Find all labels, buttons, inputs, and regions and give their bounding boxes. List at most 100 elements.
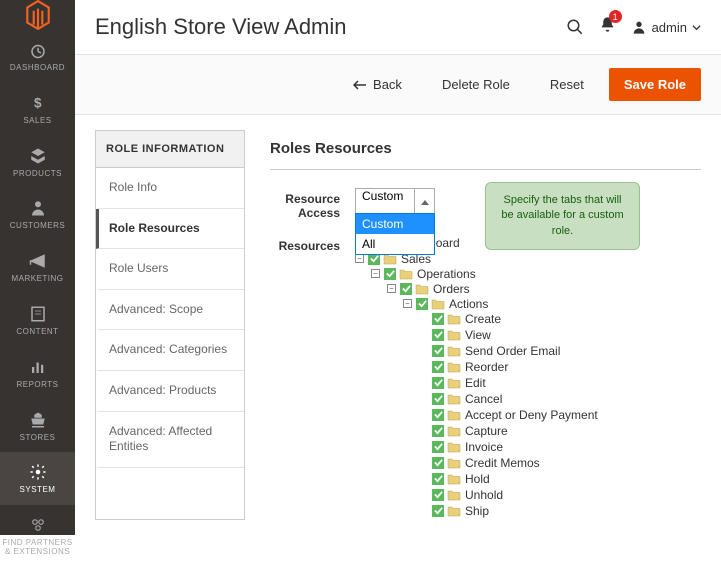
resource-access-label: Resource Access <box>270 188 355 221</box>
folder-icon <box>447 313 461 325</box>
tree-node[interactable]: Create <box>419 312 598 326</box>
sidebar-item-system[interactable]: SYSTEM <box>0 452 75 505</box>
tree-label: Cancel <box>465 392 502 406</box>
tree-label: Unhold <box>465 488 503 502</box>
folder-icon <box>447 473 461 485</box>
svg-text:$: $ <box>34 95 42 110</box>
sidebar-item-marketing[interactable]: MARKETING <box>0 241 75 294</box>
tree-checkbox[interactable] <box>432 409 444 421</box>
tree-node[interactable]: Unhold <box>419 488 598 502</box>
folder-icon <box>415 283 429 295</box>
sidebar-item-customers[interactable]: CUSTOMERS <box>0 188 75 241</box>
folder-icon <box>447 345 461 357</box>
sidebar-item-stores[interactable]: STORES <box>0 400 75 453</box>
sidebar-item-dashboard[interactable]: DASHBOARD <box>0 30 75 83</box>
tree-node[interactable]: Accept or Deny Payment <box>419 408 598 422</box>
tree-label: View <box>465 328 491 342</box>
tree-label: Actions <box>449 297 488 311</box>
folder-icon <box>447 361 461 373</box>
tree-checkbox[interactable] <box>432 505 444 517</box>
page-title: English Store View Admin <box>95 14 347 40</box>
save-role-button[interactable]: Save Role <box>609 68 701 101</box>
tab-advanced-scope[interactable]: Advanced: Scope <box>96 290 244 331</box>
folder-icon <box>399 268 413 280</box>
tree-checkbox[interactable] <box>432 345 444 357</box>
tab-advanced-products[interactable]: Advanced: Products <box>96 371 244 412</box>
tree-node[interactable]: Ship <box>419 504 598 518</box>
magento-logo[interactable] <box>0 0 75 30</box>
tree-label: Ship <box>465 504 489 518</box>
delete-role-button[interactable]: Delete Role <box>427 68 525 101</box>
folder-icon <box>431 298 445 310</box>
tab-role-info[interactable]: Role Info <box>96 168 244 209</box>
tree-label: Operations <box>417 267 476 281</box>
tree-checkbox[interactable] <box>432 489 444 501</box>
tree-node[interactable]: Edit <box>419 376 598 390</box>
tree-node[interactable]: Invoice <box>419 440 598 454</box>
folder-icon <box>447 409 461 421</box>
tree-checkbox[interactable] <box>432 377 444 389</box>
sidebar-item-find-partners-extensions[interactable]: FIND PARTNERS & EXTENSIONS <box>0 505 75 567</box>
dropdown-option-all[interactable]: All <box>356 234 434 254</box>
tab-advanced-categories[interactable]: Advanced: Categories <box>96 330 244 371</box>
tree-node[interactable]: Hold <box>419 472 598 486</box>
back-button[interactable]: Back <box>338 68 417 101</box>
tree-checkbox[interactable] <box>432 329 444 341</box>
tree-label: Create <box>465 312 501 326</box>
tree-label: Invoice <box>465 440 503 454</box>
tab-advanced-affected-entities[interactable]: Advanced: Affected Entities <box>96 412 244 468</box>
resource-access-dropdown: Custom All <box>355 213 435 255</box>
search-icon[interactable] <box>566 18 584 36</box>
tree-checkbox[interactable] <box>432 457 444 469</box>
tree-checkbox[interactable] <box>432 441 444 453</box>
sidebar-item-reports[interactable]: REPORTS <box>0 347 75 400</box>
panel-title: Roles Resources <box>270 130 701 170</box>
tree-node[interactable]: Cancel <box>419 392 598 406</box>
tree-label: Accept or Deny Payment <box>465 408 598 422</box>
resources-label: Resources <box>270 235 355 253</box>
tree-node[interactable]: Reorder <box>419 360 598 374</box>
tree-node[interactable]: View <box>419 328 598 342</box>
tree-checkbox[interactable] <box>432 473 444 485</box>
tree-toggle-icon[interactable]: − <box>387 284 396 293</box>
tree-toggle-icon[interactable]: − <box>403 299 412 308</box>
tree-checkbox[interactable] <box>384 268 396 280</box>
notifications-icon[interactable]: 1 <box>599 16 616 38</box>
tree-node[interactable]: −Orders <box>387 282 598 296</box>
folder-icon <box>447 329 461 341</box>
tab-role-resources[interactable]: Role Resources <box>96 209 244 250</box>
tab-role-users[interactable]: Role Users <box>96 249 244 290</box>
folder-icon <box>447 489 461 501</box>
resource-access-select[interactable]: Custom <box>355 188 435 214</box>
tree-checkbox[interactable] <box>400 283 412 295</box>
tree-toggle-icon[interactable]: − <box>371 269 380 278</box>
tree-node[interactable]: − Operations <box>371 267 598 281</box>
tree-label: Reorder <box>465 360 508 374</box>
top-bar: English Store View Admin 1 admin <box>75 0 721 55</box>
tree-node[interactable]: Credit Memos <box>419 456 598 470</box>
tree-checkbox[interactable] <box>432 393 444 405</box>
tree-checkbox[interactable] <box>432 313 444 325</box>
sidebar-item-sales[interactable]: $SALES <box>0 83 75 136</box>
role-tabs: ROLE INFORMATION Role InfoRole Resources… <box>95 130 245 520</box>
tree-label: Send Order Email <box>465 344 560 358</box>
tree-label: Edit <box>465 376 486 390</box>
tree-checkbox[interactable] <box>432 361 444 373</box>
reset-button[interactable]: Reset <box>535 68 599 101</box>
folder-icon <box>447 377 461 389</box>
tree-node[interactable]: Capture <box>419 424 598 438</box>
tree-checkbox[interactable] <box>432 425 444 437</box>
tree-toggle-icon[interactable]: − <box>355 254 364 263</box>
sidebar-item-products[interactable]: PRODUCTS <box>0 136 75 189</box>
folder-icon <box>447 505 461 517</box>
notification-badge: 1 <box>609 10 622 23</box>
sidebar-item-content[interactable]: CONTENT <box>0 294 75 347</box>
tree-node[interactable]: Send Order Email <box>419 344 598 358</box>
tree-node[interactable]: − Actions <box>403 297 598 311</box>
tree-checkbox[interactable] <box>416 298 428 310</box>
tree-label: Capture <box>465 424 508 438</box>
dropdown-option-custom[interactable]: Custom <box>356 214 434 234</box>
tree-label: Hold <box>465 472 490 486</box>
admin-user-menu[interactable]: admin <box>631 19 701 35</box>
folder-icon <box>447 393 461 405</box>
